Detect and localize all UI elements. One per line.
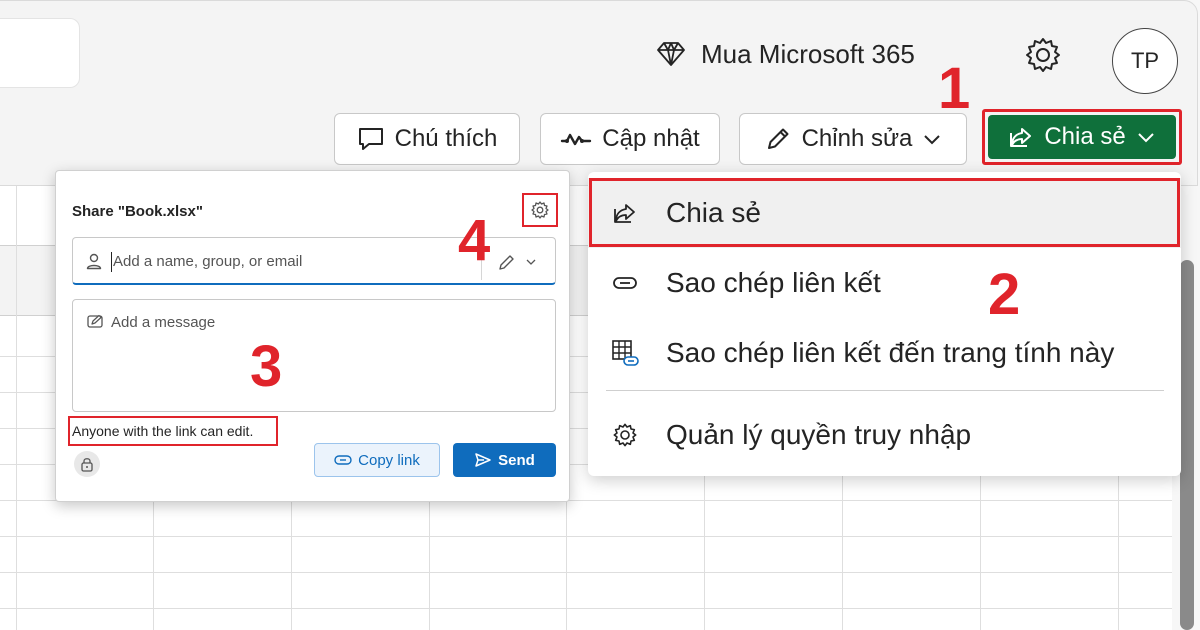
gear-icon[interactable] bbox=[530, 200, 550, 220]
menu-item-label: Sao chép liên kết bbox=[666, 267, 881, 298]
share-button[interactable]: Chia sẻ bbox=[988, 115, 1176, 159]
lock-badge bbox=[74, 451, 100, 477]
grid-row-line bbox=[0, 536, 1172, 537]
comment-label: Chú thích bbox=[394, 125, 498, 152]
grid-col-line bbox=[16, 186, 17, 630]
share-dialog-title: Share "Book.xlsx" bbox=[72, 203, 203, 220]
settings-button[interactable] bbox=[1022, 34, 1064, 76]
share-dialog: Share "Book.xlsx" Add a name, group, or … bbox=[55, 170, 570, 502]
diamond-icon bbox=[657, 42, 685, 66]
message-edit-icon bbox=[87, 314, 103, 328]
scrollbar-thumb[interactable] bbox=[1180, 260, 1194, 630]
permission-dropdown[interactable] bbox=[497, 250, 547, 274]
activity-icon bbox=[561, 133, 592, 146]
sheet-link-icon bbox=[608, 336, 642, 370]
link-settings-text[interactable]: Anyone with the link can edit. bbox=[72, 423, 253, 439]
chevron-down-icon bbox=[1137, 133, 1154, 143]
pencil-icon bbox=[767, 128, 789, 149]
copy-link-label: Copy link bbox=[358, 451, 420, 469]
grid-row-line bbox=[0, 608, 1172, 609]
avatar[interactable]: TP bbox=[1112, 28, 1178, 94]
send-button[interactable]: Send bbox=[453, 443, 556, 477]
text-caret bbox=[111, 252, 112, 272]
step-number-3: 3 bbox=[250, 334, 283, 399]
link-icon bbox=[334, 455, 352, 465]
chevron-down-icon bbox=[526, 259, 536, 265]
person-icon bbox=[86, 253, 102, 270]
buy-microsoft-365-link[interactable]: Mua Microsoft 365 bbox=[655, 34, 915, 74]
edit-mode-label: Chỉnh sửa bbox=[801, 125, 913, 152]
send-label: Send bbox=[498, 451, 535, 469]
copy-link-button[interactable]: Copy link bbox=[314, 443, 440, 477]
grid-row-line bbox=[0, 572, 1172, 573]
message-input[interactable]: Add a message bbox=[72, 299, 556, 412]
step-number-4: 4 bbox=[458, 208, 491, 273]
people-input-placeholder: Add a name, group, or email bbox=[113, 253, 303, 270]
lock-icon bbox=[81, 458, 93, 472]
menu-separator bbox=[606, 390, 1164, 391]
avatar-initials: TP bbox=[1130, 48, 1160, 73]
link-icon bbox=[608, 266, 642, 300]
send-icon bbox=[475, 453, 491, 467]
gear-icon bbox=[608, 418, 642, 452]
search-box[interactable] bbox=[0, 18, 80, 88]
pencil-icon bbox=[499, 255, 514, 270]
share-label: Chia sẻ bbox=[1044, 123, 1126, 150]
step-number-1: 1 bbox=[938, 56, 971, 121]
menu-item-label: Quản lý quyền truy nhập bbox=[666, 419, 972, 450]
highlight-share-menu-item bbox=[589, 178, 1180, 247]
gear-icon bbox=[1026, 38, 1060, 72]
step-number-2: 2 bbox=[988, 262, 1021, 327]
comment-button[interactable]: Chú thích bbox=[334, 113, 520, 165]
buy-microsoft-365-label: Mua Microsoft 365 bbox=[701, 38, 915, 69]
share-icon bbox=[1010, 128, 1032, 147]
menu-item-label: Sao chép liên kết đến trang tính này bbox=[666, 337, 1115, 368]
menu-item-manage-access[interactable]: Quản lý quyền truy nhập bbox=[588, 400, 1181, 470]
chevron-down-icon bbox=[924, 135, 941, 145]
update-label: Cập nhật bbox=[602, 125, 700, 152]
edit-mode-button[interactable]: Chỉnh sửa bbox=[739, 113, 967, 165]
menu-item-copy-link[interactable]: Sao chép liên kết bbox=[588, 248, 1181, 318]
message-placeholder: Add a message bbox=[111, 314, 216, 331]
update-button[interactable]: Cập nhật bbox=[540, 113, 720, 165]
comment-icon bbox=[358, 128, 383, 150]
menu-item-copy-sheet-link[interactable]: Sao chép liên kết đến trang tính này bbox=[588, 318, 1181, 388]
